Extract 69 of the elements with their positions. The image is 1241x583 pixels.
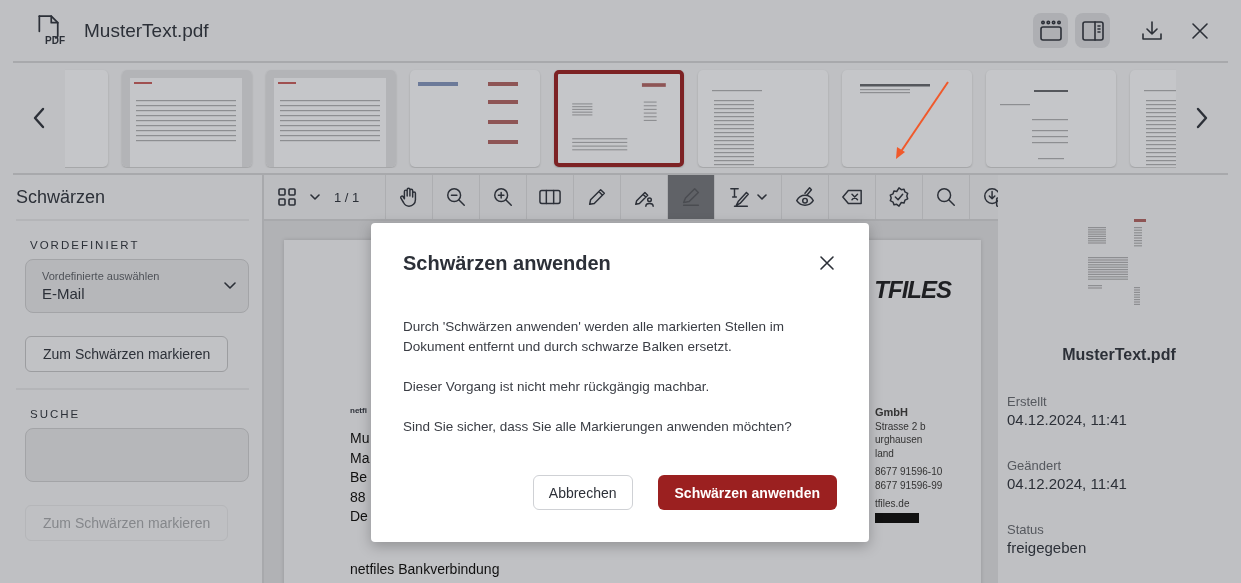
detail-value: freigegeben [1007,539,1088,556]
document-text: Be [350,468,369,487]
section-heading: VORDEFINIERT [30,239,140,251]
view-menu-button[interactable] [278,188,320,206]
chevron-down-icon [310,194,320,200]
document-text: urghausen [875,433,924,447]
grid-icon [278,188,296,206]
zoom-out-icon [445,186,467,208]
document-text: 8677 91596-99 [875,478,944,492]
file-title: MusterText.pdf [84,19,210,42]
redaction-bar [875,512,919,523]
logo-text: TFILES [874,276,951,304]
document-text: tfiles.de [875,497,911,511]
pencil-icon [586,186,608,208]
section-heading: SUCHE [30,408,81,420]
layout-sidebar-icon [1080,18,1105,43]
detail-value: 04.12.2024, 11:41 [1007,475,1128,492]
document-text: 8677 91596-10 [875,465,944,479]
search-icon [935,186,957,208]
page-thumbnail[interactable] [410,69,540,167]
dropdown-field[interactable]: Vordefinierte auswählen E-Mail [25,259,249,313]
confirm-button[interactable]: Schwärzen anwenden [657,475,837,510]
document-text: Strasse 2 b [875,419,927,433]
page-indicator: 1 / 1 [334,189,360,205]
dialog-title: Schwärzen anwenden [403,251,611,275]
detail-value: 04.12.2024, 11:41 [1007,411,1128,428]
mark-button[interactable]: Zum Schwärzen markieren [25,336,229,372]
page-thumbnail[interactable] [554,69,684,167]
document-text: netfi [350,406,368,415]
page-thumbnail[interactable] [266,69,396,167]
dialog-text: Durch 'Schwärzen anwenden' werden alle markierten Stellen im Dokument entfernt und durch schwarze Balken ersetzt. [403,318,786,356]
download-icon [1139,18,1164,43]
page-thumbnail[interactable] [122,69,252,167]
page-thumbnail[interactable] [986,69,1116,167]
eye-pen-icon [794,186,816,208]
field-value: E-Mail [42,285,86,302]
file-name: MusterText.pdf [1062,346,1176,364]
search-field[interactable] [25,428,249,482]
detail-label: Erstellt [1007,394,1048,409]
chevron-down-icon [224,282,236,290]
document-text: De [350,507,369,526]
dialog-text: Dieser Vorgang ist nicht mehr rückgängig machbar. [403,378,711,396]
zoom-in-icon [492,186,514,208]
page-thumbnail[interactable] [842,69,972,167]
file-type-label: PDF [45,34,65,46]
cancel-button[interactable]: Abbrechen [532,475,633,510]
badge-check-icon [888,186,910,208]
chevron-right-icon [1195,107,1209,129]
close-icon [819,255,835,271]
panel-title: Schwärzen [16,175,249,221]
document-text: 88 [350,487,367,507]
dialog-text: Sind Sie sicher, dass Sie alle Markierungen anwenden möchten? [403,418,793,436]
document-text: GmbH [875,406,909,420]
page-thumbnail[interactable] [698,69,828,167]
thumbnails-view-button[interactable] [1033,13,1068,48]
detail-label: Geändert [1007,458,1063,473]
document-text: land [875,446,895,460]
chevron-down-icon [757,194,767,200]
text-signature-icon [729,186,751,208]
detail-label: Status [1007,522,1045,537]
field-label: Vordefinierte auswählen [42,270,161,282]
chevron-left-icon [32,107,46,129]
document-text: Ma [350,448,370,468]
download-document-icon [982,186,998,208]
document-text: Mu [350,429,370,448]
document-text: netfiles Bankverbindung [350,560,501,577]
highlighter-tool[interactable] [668,175,715,219]
layout-top-icon [1038,18,1063,43]
sidebar-view-button[interactable] [1075,13,1110,48]
